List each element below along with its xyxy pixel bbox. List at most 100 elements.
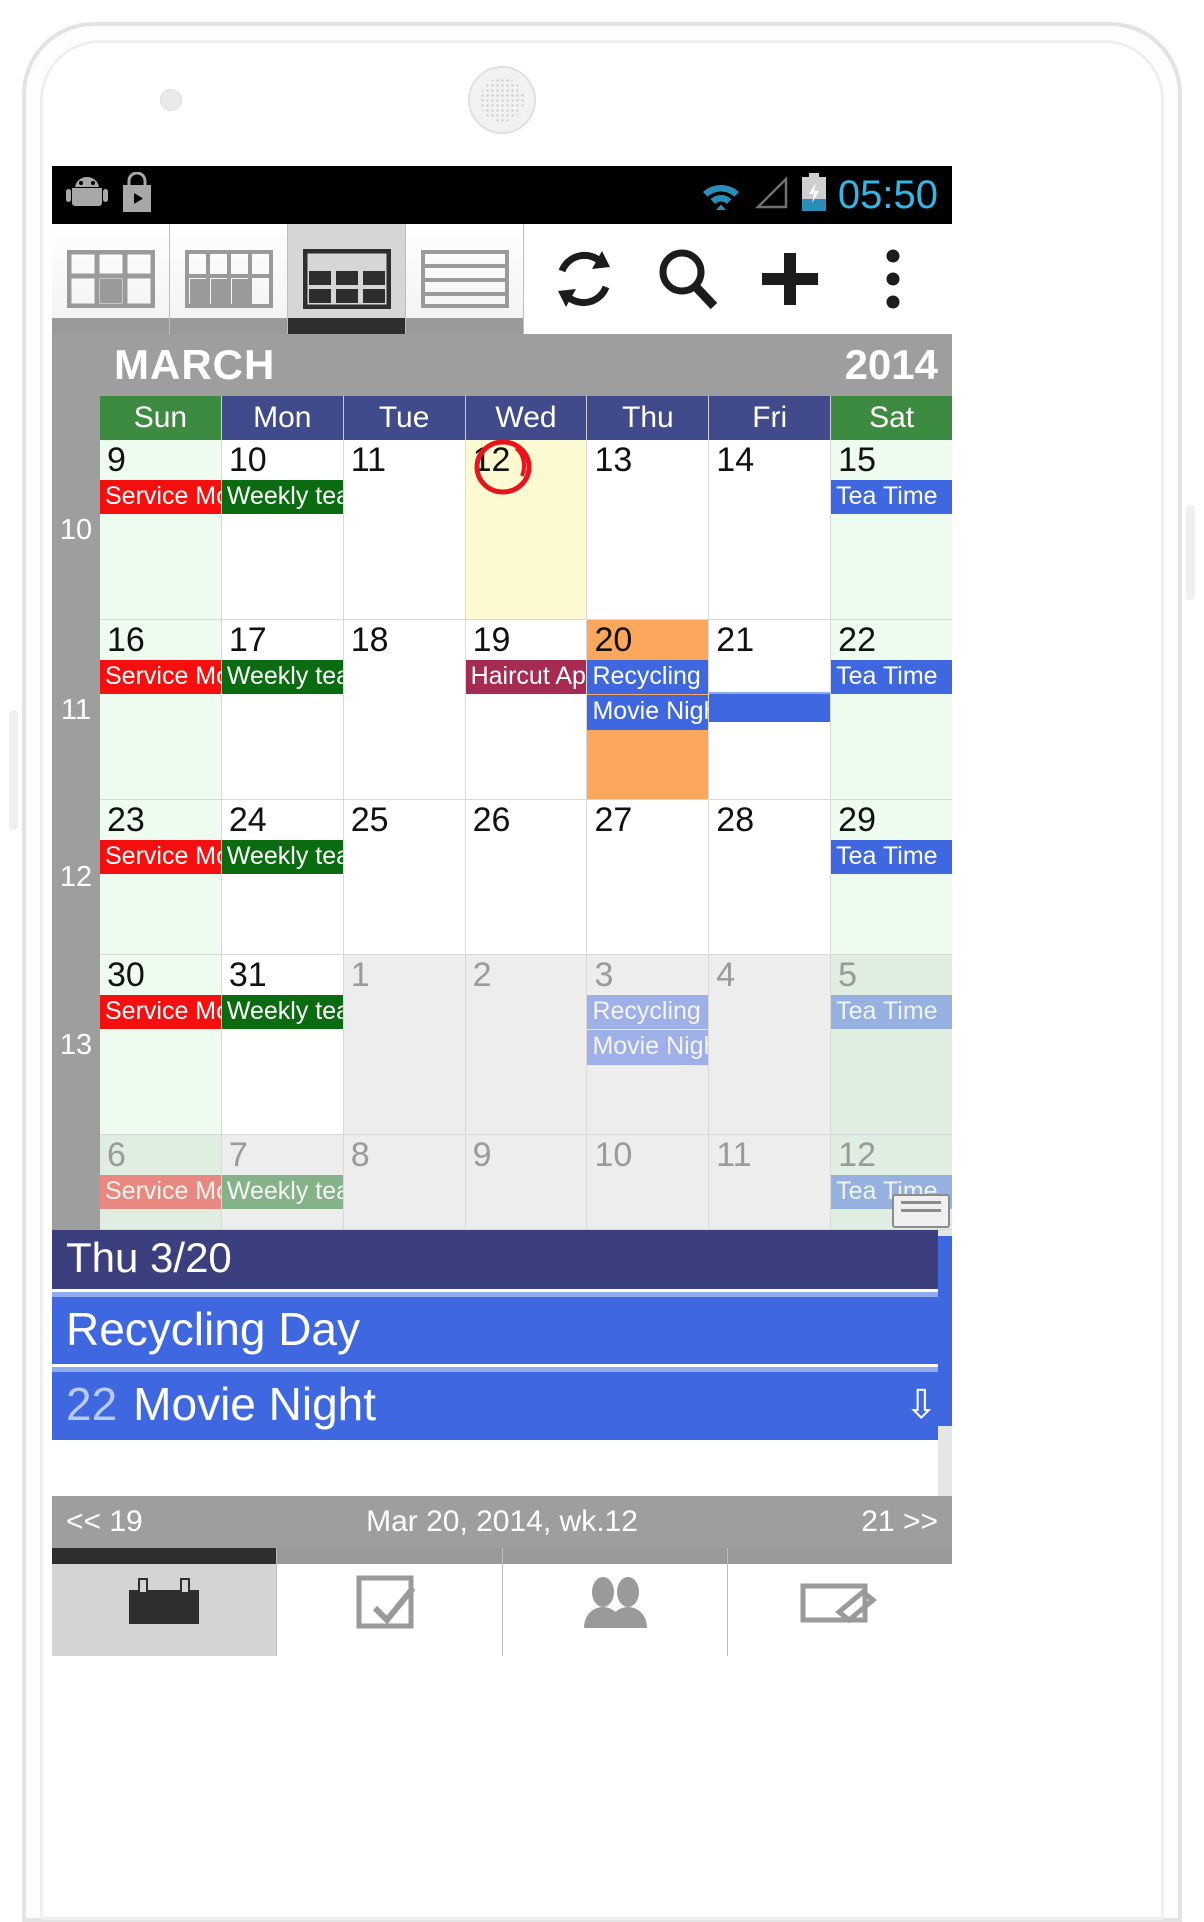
day-cell[interactable]: 26	[465, 800, 588, 955]
calendar-icon	[129, 1577, 200, 1624]
day-event-chip[interactable]: Weekly tean	[221, 839, 343, 875]
day-event-chip[interactable]: Haircut App	[465, 659, 587, 695]
week-day-cells: 16Service Mon17Weekly tean18 19Haircut Ap…	[100, 620, 952, 800]
view-month-grid-tab[interactable]	[288, 224, 406, 334]
day-event-chip[interactable]: Weekly tean	[221, 659, 343, 695]
day-cell[interactable]: 15 Tea Time	[831, 440, 952, 620]
day-event-chip[interactable]: Service Mon	[100, 1174, 221, 1210]
day-cell[interactable]: 20Recycling DMovie Night	[587, 620, 710, 800]
day-event-chip[interactable]: Recycling D	[587, 659, 709, 695]
detail-scrollbar[interactable]	[938, 1230, 952, 1496]
day-cell[interactable]: 10	[587, 1135, 710, 1230]
next-day-button[interactable]: 21 >>	[861, 1505, 938, 1539]
day-event-chip[interactable]: Tea Time	[831, 659, 952, 695]
day-event-chip[interactable]: Service Mon	[100, 659, 221, 695]
day-cell[interactable]: 27	[587, 800, 710, 955]
week-number[interactable]: 12	[52, 800, 100, 955]
day-cell[interactable]: 16Service Mon	[100, 620, 222, 800]
day-number: 11	[716, 1136, 752, 1174]
week-day-cells: 9Service Mon10Weekly tean11 12 13 14 15Tea T…	[100, 440, 952, 620]
day-event-chip[interactable]: Movie Night	[587, 1030, 709, 1065]
bottom-tab-contacts[interactable]	[502, 1547, 728, 1656]
day-cell[interactable]: 6Service Mon	[100, 1135, 222, 1230]
day-number: 29	[838, 801, 876, 839]
day-number: 27	[594, 801, 633, 839]
volume-button[interactable]	[9, 710, 18, 830]
down-arrow-icon[interactable]: ⇩	[904, 1384, 938, 1426]
day-cell[interactable]: 22 Tea Time	[831, 620, 952, 800]
bottom-tab-tasks[interactable]	[277, 1547, 503, 1656]
add-event-button[interactable]	[747, 236, 833, 322]
prev-day-button[interactable]: << 19	[66, 1505, 143, 1539]
day-cell[interactable]: 25	[343, 800, 466, 955]
day-cell[interactable]: 18	[343, 620, 466, 800]
weekday-header-tue: Tue	[343, 396, 466, 440]
day-cell[interactable]: 9	[465, 1135, 588, 1230]
day-cell[interactable]: 12	[465, 440, 588, 620]
day-cell[interactable]: 3Recycling DMovie Night	[587, 955, 710, 1135]
day-cell[interactable]: 17Weekly tean	[221, 620, 344, 800]
checkbox-icon	[356, 1575, 416, 1629]
day-number: 17	[228, 621, 267, 659]
day-cell[interactable]: 9Service Mon	[100, 440, 222, 620]
weekday-header-sun: Sun	[100, 396, 222, 440]
phone-mockup: 05:50 MARCH 2014 Sun Mon Tue Wed Thu Fri…	[0, 0, 1204, 1922]
day-cell[interactable]: 30Service Mon	[100, 955, 222, 1135]
day-cell[interactable]: 21	[709, 620, 832, 800]
calendar-weeks: 109Service Mon10Weekly tean1112131415Tea…	[52, 440, 952, 1230]
day-cell[interactable]: 8	[343, 1135, 466, 1230]
detail-event-row[interactable]: 22 Movie Night ⇩	[52, 1367, 952, 1440]
day-event-chip[interactable]: Service Mon	[100, 839, 221, 875]
wifi-icon	[698, 175, 744, 216]
day-cell[interactable]: 7Weekly tean	[221, 1135, 344, 1230]
week-number[interactable]	[52, 1135, 100, 1230]
day-cell[interactable]: 11	[343, 440, 466, 620]
day-event-chip[interactable]: Tea Time	[831, 479, 952, 515]
day-event-chip[interactable]: Service Mon	[100, 994, 221, 1030]
android-status-bar: 05:50	[52, 166, 952, 224]
day-event-chip[interactable]: Weekly tean	[221, 994, 343, 1030]
day-cell[interactable]: 10Weekly tean	[221, 440, 344, 620]
weekday-header-mon: Mon	[221, 396, 344, 440]
week-number[interactable]: 10	[52, 440, 100, 620]
toolbar-actions	[524, 224, 952, 334]
multiday-event-bar[interactable]	[709, 692, 831, 722]
power-button[interactable]	[1186, 505, 1195, 600]
week-number[interactable]: 11	[52, 620, 100, 800]
current-date-label: Mar 20, 2014, wk.12	[366, 1504, 638, 1538]
day-cell[interactable]: 4	[709, 955, 832, 1135]
month-header[interactable]: MARCH 2014	[52, 334, 952, 396]
day-event-chip[interactable]: Weekly tean	[221, 1174, 343, 1210]
day-cell[interactable]: 1	[343, 955, 466, 1135]
date-nav-footer: << 19 Mar 20, 2014, wk.12 21 >>	[52, 1495, 952, 1548]
day-cell[interactable]: 2	[465, 955, 588, 1135]
day-event-chip[interactable]: Movie Night	[587, 695, 709, 730]
day-cell[interactable]: 11	[709, 1135, 832, 1230]
day-event-chip[interactable]: Tea Time	[831, 839, 952, 875]
view-week-grid-tab[interactable]	[170, 224, 288, 334]
day-cell[interactable]: 19Haircut App	[465, 620, 588, 800]
day-cell[interactable]: 5 Tea Time	[831, 955, 952, 1135]
week-number[interactable]: 13	[52, 955, 100, 1135]
detail-event-row[interactable]: Recycling Day	[52, 1292, 952, 1365]
grid-resize-handle[interactable]	[892, 1194, 950, 1228]
day-event-chip[interactable]: Tea Time	[831, 994, 952, 1030]
day-event-chip[interactable]: Recycling D	[587, 994, 709, 1030]
day-cell[interactable]: 28	[709, 800, 832, 955]
day-event-chip[interactable]: Service Mon	[100, 479, 221, 515]
day-cell[interactable]: 23Service Mon	[100, 800, 222, 955]
year-label: 2014	[844, 341, 938, 388]
day-cell[interactable]: 31Weekly tean	[221, 955, 344, 1135]
overflow-menu-button[interactable]	[850, 236, 936, 322]
day-cell[interactable]: 14	[709, 440, 832, 620]
view-day-grid-tab[interactable]	[52, 224, 170, 334]
bottom-tab-calendar[interactable]	[52, 1547, 278, 1656]
view-agenda-list-tab[interactable]	[406, 224, 524, 334]
day-cell[interactable]: 13	[587, 440, 710, 620]
refresh-button[interactable]	[541, 236, 627, 322]
day-cell[interactable]: 24Weekly tean	[221, 800, 344, 955]
bottom-tab-notes[interactable]	[727, 1547, 952, 1656]
search-button[interactable]	[644, 236, 730, 322]
day-event-chip[interactable]: Weekly tean	[221, 479, 343, 515]
day-cell[interactable]: 29 Tea Time	[831, 800, 952, 955]
